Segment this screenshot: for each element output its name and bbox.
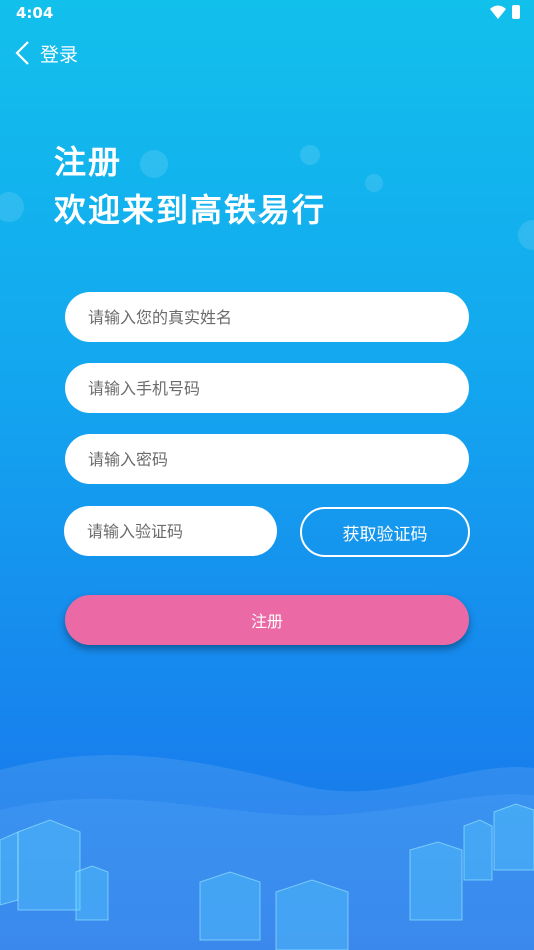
password-input[interactable] <box>86 448 469 470</box>
phone-input[interactable] <box>86 377 469 399</box>
back-to-login[interactable]: 登录 <box>14 38 78 68</box>
register-button[interactable]: 注册 <box>65 595 469 645</box>
code-field[interactable] <box>64 506 277 556</box>
name-input[interactable] <box>86 306 469 328</box>
welcome-text: 欢迎来到高铁易行 <box>54 191 327 229</box>
back-chevron-icon[interactable] <box>14 40 32 66</box>
decor-bubble <box>0 192 24 222</box>
page-heading: 注册 欢迎来到高铁易行 <box>54 140 326 232</box>
city-skyline-illustration <box>0 754 534 950</box>
decor-bubble <box>365 174 383 192</box>
wifi-icon <box>490 5 506 19</box>
back-label[interactable]: 登录 <box>40 40 78 67</box>
page-title: 注册 <box>54 143 123 181</box>
name-field[interactable] <box>65 292 469 342</box>
decor-bubble <box>518 220 534 250</box>
password-field[interactable] <box>65 434 469 484</box>
status-bar: 4:04 <box>0 0 534 28</box>
status-icons <box>490 5 520 19</box>
status-time: 4:04 <box>16 4 54 22</box>
battery-icon <box>512 5 520 19</box>
code-input[interactable] <box>85 520 277 542</box>
phone-field[interactable] <box>65 363 469 413</box>
get-code-button[interactable]: 获取验证码 <box>300 507 470 557</box>
